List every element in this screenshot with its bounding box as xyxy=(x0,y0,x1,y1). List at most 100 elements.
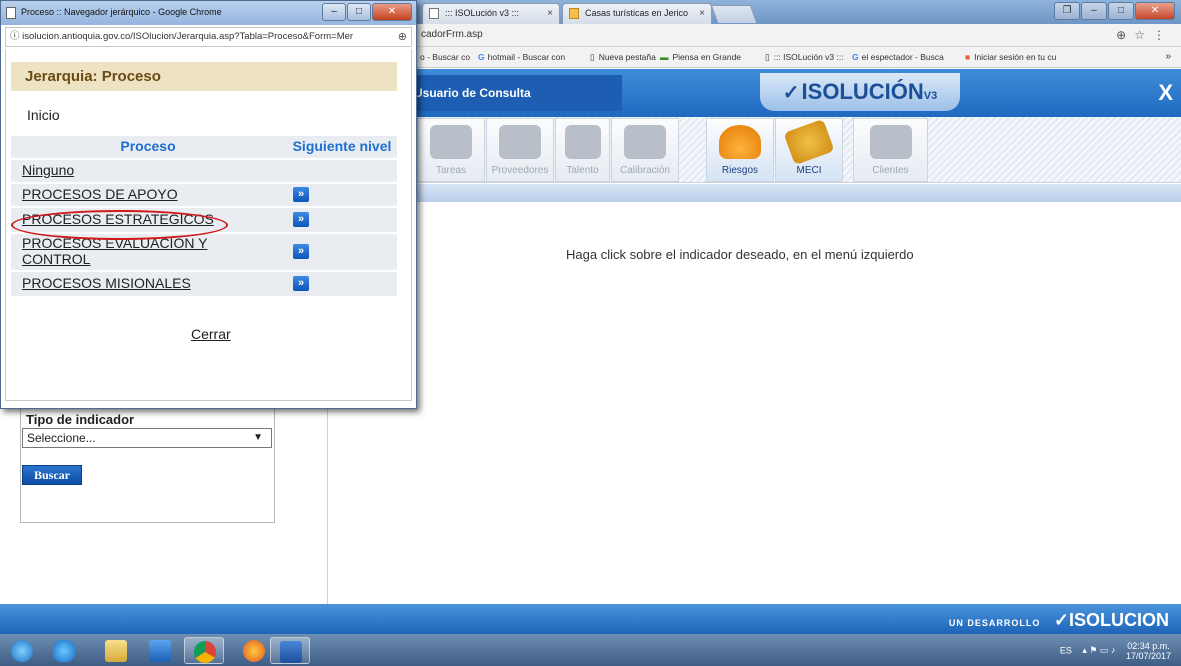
popup-window-title: Proceso :: Navegador jerárquico - Google… xyxy=(21,7,222,17)
taskbar-word[interactable] xyxy=(270,637,310,664)
table-row: PROCESOS EVALUACION Y CONTROL » xyxy=(11,234,397,270)
taskbar-chrome[interactable] xyxy=(184,637,224,664)
module-calibracion[interactable]: Calibración xyxy=(611,118,679,182)
indicator-type-select[interactable]: Seleccione... ▼ xyxy=(22,428,272,448)
row-cell: PROCESOS DE APOYO xyxy=(11,184,285,206)
table-row: PROCESOS DE APOYO » xyxy=(11,184,397,206)
close-link[interactable]: Cerrar xyxy=(191,326,231,342)
restore-icon[interactable]: ❐ xyxy=(1054,2,1080,20)
header-siguiente-nivel: Siguiente nivel xyxy=(292,138,392,154)
module-label: Talento xyxy=(566,165,599,176)
next-level-button[interactable]: » xyxy=(293,244,309,259)
start-button[interactable] xyxy=(2,637,42,664)
google-icon: G xyxy=(478,52,485,62)
page-icon: ▯ xyxy=(765,52,770,62)
close-window-icon[interactable]: ✕ xyxy=(1135,2,1175,20)
next-level-button[interactable]: » xyxy=(293,276,309,291)
red-highlight-annotation xyxy=(11,210,228,240)
footer-logo: ✓ISOLUCION xyxy=(1053,610,1169,630)
popup-address-bar[interactable]: ⓘ isolucion.antioquia.gov.co/ISOlucion/J… xyxy=(5,27,412,47)
info-icon: ⓘ xyxy=(10,31,23,42)
table-header: Proceso Siguiente nivel xyxy=(11,136,397,158)
module-label: MECI xyxy=(796,165,822,176)
user-role-label: Usuario de Consulta xyxy=(412,75,622,111)
clock-time: 02:34 p.m. xyxy=(1127,641,1170,651)
module-proveedores[interactable]: Proveedores xyxy=(486,118,554,182)
taskbar-ie[interactable] xyxy=(44,637,84,664)
caliper-icon xyxy=(624,125,666,159)
module-label: Proveedores xyxy=(491,165,549,176)
pencil-icon xyxy=(783,118,835,166)
outlook-icon xyxy=(149,640,171,662)
process-link-apoyo[interactable]: PROCESOS DE APOYO xyxy=(22,186,178,202)
module-tareas[interactable]: Tareas xyxy=(417,118,485,182)
footer-logo-text: ISOLUCION xyxy=(1068,610,1169,630)
chevron-down-icon: ▼ xyxy=(253,432,263,443)
bookmark-label: hotmail - Buscar con xyxy=(487,52,566,62)
popup-titlebar[interactable]: Proceso :: Navegador jerárquico - Google… xyxy=(1,1,416,25)
app-footer: UN DESARROLLO ✓ISOLUCION xyxy=(0,604,1181,634)
tray-icons[interactable]: ▴ ⚑ ▭ ♪ xyxy=(1082,645,1115,655)
minimize-icon[interactable]: – xyxy=(1081,2,1107,20)
firefox-icon xyxy=(243,640,265,662)
breadcrumb-inicio: Inicio xyxy=(27,107,60,123)
bookmark-item[interactable]: ■ Iniciar sesión en tu cu xyxy=(965,52,1056,62)
google-icon: G xyxy=(852,52,859,62)
clock-date: 17/07/2017 xyxy=(1125,651,1171,661)
folder-icon xyxy=(105,640,127,662)
minimize-icon[interactable]: – xyxy=(322,3,346,21)
zoom-icon[interactable]: ⊕ xyxy=(398,28,407,46)
star-icon[interactable]: ☆ xyxy=(1134,28,1153,42)
check-icon: ✓ xyxy=(782,82,800,104)
taskbar-firefox[interactable] xyxy=(234,637,274,664)
page-icon: ▯ xyxy=(590,52,595,62)
bookmark-item[interactable]: ▯ Nueva pestaña xyxy=(590,52,656,63)
clock[interactable]: 02:34 p.m. 17/07/2017 xyxy=(1126,641,1171,661)
header-proceso: Proceso xyxy=(120,138,176,154)
module-clientes[interactable]: Clientes xyxy=(853,118,928,182)
row-cell: » xyxy=(287,208,397,232)
microsoft-icon: ■ xyxy=(965,52,971,62)
process-link-misionales[interactable]: PROCESOS MISIONALES xyxy=(22,275,191,291)
bookmark-item[interactable]: ▬ Piensa en Grande xyxy=(660,52,741,62)
process-link-ninguno[interactable]: Ninguno xyxy=(22,162,74,178)
more-bookmarks-button[interactable]: » xyxy=(1165,51,1171,62)
module-meci[interactable]: MECI xyxy=(775,118,843,182)
close-app-icon[interactable]: X xyxy=(1158,80,1173,106)
page-icon xyxy=(429,8,439,19)
screen: ::: ISOLución v3 ::: × Casas turísticas … xyxy=(0,0,1181,666)
indicator-type-label: Tipo de indicador xyxy=(26,412,135,427)
browser-tab-isolucion[interactable]: ::: ISOLución v3 ::: × xyxy=(422,3,560,24)
module-riesgos[interactable]: Riesgos xyxy=(706,118,774,182)
row-cell: Ninguno xyxy=(11,160,285,182)
table-row: PROCESOS MISIONALES » xyxy=(11,272,397,296)
instruction-message: Haga click sobre el indicador deseado, e… xyxy=(566,247,914,262)
bookmark-item[interactable]: Ghotmail - Buscar con xyxy=(478,52,565,62)
language-indicator[interactable]: ES xyxy=(1060,645,1072,655)
module-label: Tareas xyxy=(435,165,466,176)
close-window-icon[interactable]: ✕ xyxy=(372,3,412,21)
maximize-icon[interactable]: □ xyxy=(347,3,371,21)
word-icon xyxy=(280,641,302,663)
address-bar-icons: ⊕☆⋮ xyxy=(1116,28,1173,42)
bookmark-item[interactable]: Gel espectador - Busca xyxy=(852,52,944,62)
close-icon[interactable]: × xyxy=(699,4,705,23)
bookmark-item[interactable]: o - Buscar co xyxy=(420,52,470,62)
zoom-icon[interactable]: ⊕ xyxy=(1116,28,1134,42)
menu-icon[interactable]: ⋮ xyxy=(1153,28,1173,42)
close-icon[interactable]: × xyxy=(547,4,553,23)
maximize-icon[interactable]: □ xyxy=(1108,2,1134,20)
footer-brand-prefix: UN DESARROLLO xyxy=(948,618,1041,628)
search-button[interactable]: Buscar xyxy=(22,465,82,485)
taskbar-explorer[interactable] xyxy=(96,637,136,664)
browser-tab-casas[interactable]: Casas turísticas en Jerico × xyxy=(562,3,712,24)
module-label: Calibración xyxy=(619,165,671,176)
taskbar-outlook[interactable] xyxy=(140,637,180,664)
box-icon xyxy=(499,125,541,159)
popup-window-controls: – □ ✕ xyxy=(322,3,412,21)
new-tab-button[interactable] xyxy=(710,5,758,23)
next-level-button[interactable]: » xyxy=(293,187,309,202)
bookmark-item[interactable]: ▯::: ISOLución v3 ::: xyxy=(765,52,844,63)
next-level-button[interactable]: » xyxy=(293,212,309,227)
module-talento[interactable]: Talento xyxy=(555,118,610,182)
